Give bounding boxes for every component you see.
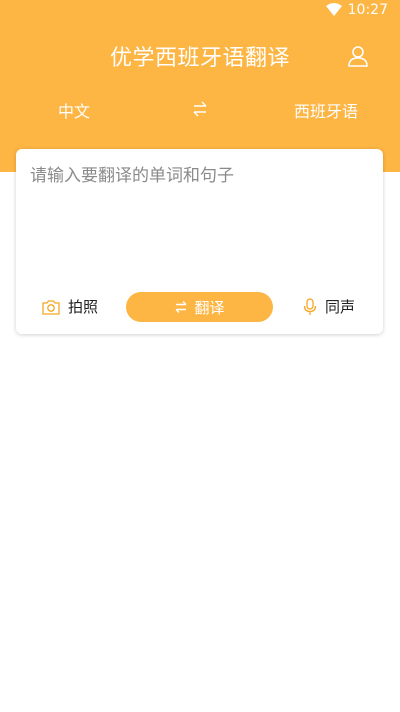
status-bar: 10:27 [0,0,400,22]
voice-label: 同声 [324,298,355,316]
translate-label: 翻译 [194,298,225,317]
camera-icon [42,299,60,315]
card-actions: 拍照 翻译 同声 [16,292,383,324]
translate-input[interactable] [30,161,366,271]
source-language-button[interactable]: 中文 [58,98,90,122]
app-screen: 10:27 优学西班牙语翻译 中文 西班牙语 请输入要翻译的单词和句子 拍照 翻… [0,0,400,712]
wifi-icon [325,3,342,17]
page-title: 优学西班牙语翻译 [109,46,290,71]
header-bar: 10:27 优学西班牙语翻译 中文 西班牙语 [0,0,400,172]
translate-button[interactable]: 翻译 [126,292,273,322]
voice-button[interactable]: 同声 [303,296,355,317]
photo-label: 拍照 [68,298,99,316]
microphone-icon [303,297,317,316]
status-indicators: 10:27 [325,2,388,18]
photo-button[interactable]: 拍照 [42,296,98,317]
swap-arrows-icon[interactable] [191,100,209,118]
swap-arrows-icon [174,300,188,314]
status-time: 10:27 [347,2,388,18]
user-icon[interactable] [346,44,370,68]
language-bar: 中文 西班牙语 [0,98,400,122]
input-card: 拍照 翻译 同声 [16,149,383,334]
target-language-button[interactable]: 西班牙语 [294,98,358,122]
